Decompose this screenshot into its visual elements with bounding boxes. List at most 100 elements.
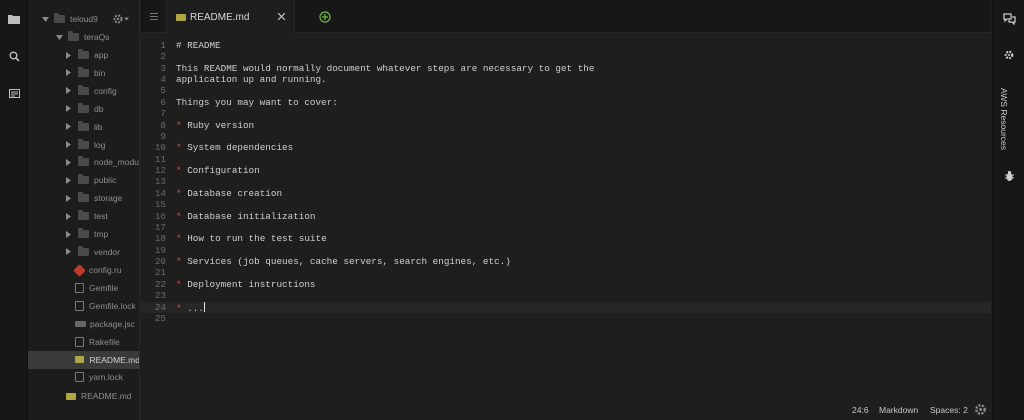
line-text: Configuration (187, 165, 260, 177)
tree-project-label: teraQs (84, 32, 110, 42)
tree-folder[interactable]: bin (28, 64, 139, 82)
editor-line[interactable]: 18 * How to run the test suite (141, 233, 991, 244)
folder-icon[interactable] (5, 10, 23, 28)
tree-file[interactable]: package.jsc (28, 315, 139, 333)
settings-gear-icon[interactable] (974, 403, 987, 418)
line-number: 12 (154, 165, 166, 177)
aws-resources-tab[interactable]: AWS Resources (999, 88, 1017, 150)
editor-line[interactable]: 10 * System dependencies (141, 142, 991, 153)
editor-line[interactable]: 13 (141, 176, 991, 187)
chevron-right-icon[interactable] (64, 230, 72, 238)
editor-line[interactable]: 5 (141, 85, 991, 96)
editor-line[interactable]: 21 (141, 267, 991, 278)
tree-file[interactable]: README.md (28, 387, 139, 405)
editor-line[interactable]: 14 * Database creation (141, 188, 991, 199)
line-content: * Deployment instructions (176, 279, 316, 290)
cursor-position[interactable]: 24:6 (852, 405, 869, 415)
tree-folder[interactable]: storage (28, 189, 139, 207)
tree-folder[interactable]: app (28, 46, 139, 64)
commands-icon[interactable] (5, 84, 23, 102)
chevron-right-icon[interactable] (64, 123, 72, 131)
tree-folder[interactable]: test (28, 207, 139, 225)
tree-folder[interactable]: public (28, 171, 139, 189)
editor-line[interactable]: 7 (141, 108, 991, 119)
tree-folder[interactable]: log (28, 136, 139, 154)
close-icon[interactable] (276, 11, 286, 21)
chevron-right-icon[interactable] (64, 141, 72, 149)
editor-line[interactable]: 9 (141, 131, 991, 142)
menu-icon[interactable] (141, 0, 167, 33)
line-content: Things you may want to cover: (176, 97, 338, 108)
settings-gear-icon[interactable] (112, 12, 130, 24)
tree-folder[interactable]: config (28, 82, 139, 100)
editor-line[interactable]: 6 Things you may want to cover: (141, 97, 991, 108)
chevron-right-icon[interactable] (64, 248, 72, 256)
chevron-right-icon[interactable] (64, 87, 72, 95)
editor-line[interactable]: 1 # README (141, 40, 991, 51)
chevron-down-icon[interactable] (55, 33, 63, 41)
line-text: Services (job queues, cache servers, sea… (187, 256, 511, 268)
editor-line[interactable]: 19 (141, 245, 991, 256)
tree-folder-label: storage (94, 193, 123, 204)
add-tab-icon[interactable] (319, 10, 331, 23)
line-content: * System dependencies (176, 142, 293, 153)
line-text: application up and running. (176, 74, 327, 86)
ruby-file-icon (73, 263, 86, 277)
tree-folder[interactable]: vendor (28, 243, 139, 261)
tree-folder-label: bin (94, 67, 106, 78)
tree-folder[interactable]: db (28, 100, 139, 118)
list-bullet: * (176, 142, 182, 154)
tree-file[interactable]: Gemfile (28, 279, 139, 297)
chevron-right-icon[interactable] (64, 51, 72, 59)
tab-readme[interactable]: README.md (167, 0, 295, 34)
tree-file[interactable]: yarn.lock (28, 368, 139, 386)
line-number: 11 (154, 153, 166, 165)
editor-line[interactable]: 23 (141, 290, 991, 301)
editor-line[interactable]: 24 * ... (141, 301, 991, 314)
collaborate-icon[interactable] (1001, 11, 1017, 27)
indent-setting[interactable]: Spaces: 2 (930, 405, 968, 415)
tree-file[interactable]: README.md (28, 350, 139, 369)
line-content: * How to run the test suite (176, 233, 327, 244)
chevron-right-icon[interactable] (64, 212, 72, 220)
tree-file[interactable]: config.ru (28, 261, 139, 279)
chevron-right-icon[interactable] (64, 105, 72, 113)
code-editor[interactable]: 1 # README 2 3 This README would normally do… (141, 34, 991, 400)
outline-icon[interactable] (1001, 47, 1017, 63)
debugger-icon[interactable] (1001, 168, 1017, 184)
tree-file[interactable]: Gemfile.lock (28, 297, 139, 315)
line-text: Database initialization (187, 210, 316, 222)
chevron-down-icon[interactable] (41, 15, 49, 23)
language-mode[interactable]: Markdown (879, 405, 918, 415)
editor-line[interactable]: 8 * Ruby version (141, 120, 991, 131)
line-number: 4 (160, 74, 166, 86)
chevron-right-icon[interactable] (64, 158, 72, 166)
editor-line[interactable]: 25 (141, 313, 991, 324)
search-icon[interactable] (5, 47, 23, 65)
chevron-right-icon[interactable] (64, 69, 72, 77)
editor-line[interactable]: 15 (141, 199, 991, 210)
folder-icon (78, 138, 89, 149)
tree-project[interactable]: teraQs (28, 28, 139, 46)
editor-line[interactable]: 11 (141, 154, 991, 165)
editor-line[interactable]: 2 (141, 51, 991, 62)
editor-line[interactable]: 20 * Services (job queues, cache servers,… (141, 256, 991, 267)
chevron-right-icon[interactable] (64, 194, 72, 202)
tree-file[interactable]: Rakefile (28, 333, 139, 351)
editor-line[interactable]: 16 * Database initialization (141, 211, 991, 222)
tree-folder[interactable]: node_modu (28, 153, 139, 171)
editor-line[interactable]: 12 * Configuration (141, 165, 991, 176)
editor-line[interactable]: 22 * Deployment instructions (141, 279, 991, 290)
folder-icon (78, 49, 89, 59)
editor-line[interactable]: 4 application up and running. (141, 74, 991, 85)
line-text: # README (176, 40, 221, 51)
editor-line[interactable]: 17 (141, 222, 991, 233)
tree-folder-label: vendor (94, 246, 120, 257)
line-number: 19 (154, 244, 166, 256)
editor-line[interactable]: 3 This README would normally document wha… (141, 63, 991, 74)
chevron-right-icon[interactable] (64, 176, 72, 184)
tree-folder[interactable]: lib (28, 118, 139, 136)
tree-folder[interactable]: tmp (28, 225, 139, 243)
tree-root-label: teloud9 (70, 14, 98, 24)
text-cursor (203, 301, 205, 312)
